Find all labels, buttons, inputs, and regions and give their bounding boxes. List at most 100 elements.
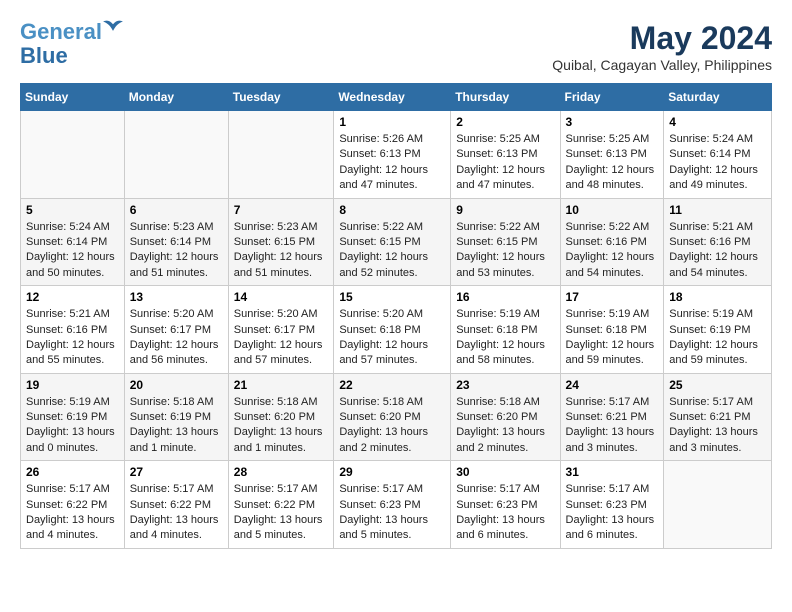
- col-header-monday: Monday: [124, 84, 228, 111]
- day-info: Sunrise: 5:17 AMSunset: 6:23 PMDaylight:…: [456, 482, 554, 544]
- day-cell-5: 5 Sunrise: 5:24 AMSunset: 6:14 PMDaylight…: [21, 198, 125, 286]
- col-header-saturday: Saturday: [664, 84, 772, 111]
- day-cell-10: 10 Sunrise: 5:22 AMSunset: 6:16 PMDayligh…: [560, 198, 664, 286]
- day-info: Sunrise: 5:23 AMSunset: 6:15 PMDaylight:…: [234, 220, 329, 282]
- day-cell-28: 28 Sunrise: 5:17 AMSunset: 6:22 PMDayligh…: [228, 461, 334, 549]
- logo: General Blue: [20, 20, 102, 68]
- day-number: 20: [130, 378, 223, 392]
- day-info: Sunrise: 5:24 AMSunset: 6:14 PMDaylight:…: [669, 132, 766, 194]
- day-cell-22: 22 Sunrise: 5:18 AMSunset: 6:20 PMDayligh…: [334, 373, 451, 461]
- empty-cell: [664, 461, 772, 549]
- day-number: 8: [339, 203, 445, 217]
- day-number: 30: [456, 465, 554, 479]
- day-info: Sunrise: 5:23 AMSunset: 6:14 PMDaylight:…: [130, 220, 223, 282]
- week-row-1: 1Sunrise: 5:26 AMSunset: 6:13 PMDaylight…: [21, 111, 772, 199]
- empty-cell: [21, 111, 125, 199]
- week-row-4: 19Sunrise: 5:19 AMSunset: 6:19 PMDayligh…: [21, 373, 772, 461]
- day-number: 27: [130, 465, 223, 479]
- day-info: Sunrise: 5:18 AMSunset: 6:20 PMDaylight:…: [339, 395, 445, 457]
- day-info: Sunrise: 5:17 AMSunset: 6:21 PMDaylight:…: [566, 395, 659, 457]
- day-cell-21: 21 Sunrise: 5:18 AMSunset: 6:20 PMDayligh…: [228, 373, 334, 461]
- empty-cell: [228, 111, 334, 199]
- day-number: 13: [130, 290, 223, 304]
- day-info: Sunrise: 5:24 AMSunset: 6:14 PMDaylight:…: [26, 220, 119, 282]
- logo-bird-icon: [102, 18, 124, 36]
- day-number: 3: [566, 115, 659, 129]
- day-cell-30: 30 Sunrise: 5:17 AMSunset: 6:23 PMDayligh…: [451, 461, 560, 549]
- day-number: 23: [456, 378, 554, 392]
- day-cell-27: 27 Sunrise: 5:17 AMSunset: 6:22 PMDayligh…: [124, 461, 228, 549]
- day-number: 9: [456, 203, 554, 217]
- week-row-5: 26 Sunrise: 5:17 AMSunset: 6:22 PMDayligh…: [21, 461, 772, 549]
- day-info: Sunrise: 5:20 AMSunset: 6:17 PMDaylight:…: [234, 307, 329, 369]
- col-header-friday: Friday: [560, 84, 664, 111]
- day-number: 24: [566, 378, 659, 392]
- day-info: Sunrise: 5:17 AMSunset: 6:23 PMDaylight:…: [339, 482, 445, 544]
- day-number: 18: [669, 290, 766, 304]
- empty-cell: [124, 111, 228, 199]
- day-number: 26: [26, 465, 119, 479]
- day-number: 7: [234, 203, 329, 217]
- day-cell-6: 6 Sunrise: 5:23 AMSunset: 6:14 PMDaylight…: [124, 198, 228, 286]
- day-info: Sunrise: 5:17 AMSunset: 6:22 PMDaylight:…: [26, 482, 119, 544]
- day-number: 5: [26, 203, 119, 217]
- day-info: Sunrise: 5:22 AMSunset: 6:15 PMDaylight:…: [456, 220, 554, 282]
- day-cell-3: 3 Sunrise: 5:25 AMSunset: 6:13 PMDaylight…: [560, 111, 664, 199]
- col-header-thursday: Thursday: [451, 84, 560, 111]
- day-info: Sunrise: 5:17 AMSunset: 6:22 PMDaylight:…: [234, 482, 329, 544]
- day-number: 31: [566, 465, 659, 479]
- day-cell-4: 4 Sunrise: 5:24 AMSunset: 6:14 PMDaylight…: [664, 111, 772, 199]
- day-cell-2: 2Sunrise: 5:25 AMSunset: 6:13 PMDaylight…: [451, 111, 560, 199]
- week-row-2: 5 Sunrise: 5:24 AMSunset: 6:14 PMDaylight…: [21, 198, 772, 286]
- day-cell-23: 23 Sunrise: 5:18 AMSunset: 6:20 PMDayligh…: [451, 373, 560, 461]
- day-info: Sunrise: 5:18 AMSunset: 6:20 PMDaylight:…: [456, 395, 554, 457]
- day-info: Sunrise: 5:25 AMSunset: 6:13 PMDaylight:…: [456, 132, 554, 194]
- day-number: 15: [339, 290, 445, 304]
- day-number: 17: [566, 290, 659, 304]
- title-area: May 2024 Quibal, Cagayan Valley, Philipp…: [552, 20, 772, 73]
- day-info: Sunrise: 5:20 AMSunset: 6:17 PMDaylight:…: [130, 307, 223, 369]
- day-number: 14: [234, 290, 329, 304]
- calendar-table: SundayMondayTuesdayWednesdayThursdayFrid…: [20, 83, 772, 549]
- day-cell-29: 29 Sunrise: 5:17 AMSunset: 6:23 PMDayligh…: [334, 461, 451, 549]
- day-number: 4: [669, 115, 766, 129]
- col-header-sunday: Sunday: [21, 84, 125, 111]
- day-cell-31: 31Sunrise: 5:17 AMSunset: 6:23 PMDayligh…: [560, 461, 664, 549]
- day-cell-17: 17 Sunrise: 5:19 AMSunset: 6:18 PMDayligh…: [560, 286, 664, 374]
- day-cell-24: 24 Sunrise: 5:17 AMSunset: 6:21 PMDayligh…: [560, 373, 664, 461]
- day-info: Sunrise: 5:19 AMSunset: 6:18 PMDaylight:…: [456, 307, 554, 369]
- day-number: 28: [234, 465, 329, 479]
- day-info: Sunrise: 5:18 AMSunset: 6:19 PMDaylight:…: [130, 395, 223, 457]
- day-info: Sunrise: 5:18 AMSunset: 6:20 PMDaylight:…: [234, 395, 329, 457]
- day-info: Sunrise: 5:21 AMSunset: 6:16 PMDaylight:…: [669, 220, 766, 282]
- week-row-3: 12Sunrise: 5:21 AMSunset: 6:16 PMDayligh…: [21, 286, 772, 374]
- day-number: 6: [130, 203, 223, 217]
- day-cell-25: 25 Sunrise: 5:17 AMSunset: 6:21 PMDayligh…: [664, 373, 772, 461]
- day-number: 22: [339, 378, 445, 392]
- day-cell-19: 19Sunrise: 5:19 AMSunset: 6:19 PMDayligh…: [21, 373, 125, 461]
- day-cell-7: 7 Sunrise: 5:23 AMSunset: 6:15 PMDaylight…: [228, 198, 334, 286]
- day-number: 10: [566, 203, 659, 217]
- day-info: Sunrise: 5:22 AMSunset: 6:15 PMDaylight:…: [339, 220, 445, 282]
- day-cell-18: 18Sunrise: 5:19 AMSunset: 6:19 PMDayligh…: [664, 286, 772, 374]
- day-info: Sunrise: 5:19 AMSunset: 6:18 PMDaylight:…: [566, 307, 659, 369]
- logo-text: General Blue: [20, 19, 102, 68]
- col-header-tuesday: Tuesday: [228, 84, 334, 111]
- day-info: Sunrise: 5:22 AMSunset: 6:16 PMDaylight:…: [566, 220, 659, 282]
- day-cell-13: 13 Sunrise: 5:20 AMSunset: 6:17 PMDayligh…: [124, 286, 228, 374]
- day-number: 21: [234, 378, 329, 392]
- day-info: Sunrise: 5:25 AMSunset: 6:13 PMDaylight:…: [566, 132, 659, 194]
- day-cell-20: 20 Sunrise: 5:18 AMSunset: 6:19 PMDayligh…: [124, 373, 228, 461]
- day-cell-11: 11 Sunrise: 5:21 AMSunset: 6:16 PMDayligh…: [664, 198, 772, 286]
- day-number: 29: [339, 465, 445, 479]
- day-info: Sunrise: 5:17 AMSunset: 6:22 PMDaylight:…: [130, 482, 223, 544]
- day-info: Sunrise: 5:17 AMSunset: 6:21 PMDaylight:…: [669, 395, 766, 457]
- logo-general: General: [20, 19, 102, 44]
- day-info: Sunrise: 5:20 AMSunset: 6:18 PMDaylight:…: [339, 307, 445, 369]
- day-number: 11: [669, 203, 766, 217]
- day-number: 19: [26, 378, 119, 392]
- col-header-wednesday: Wednesday: [334, 84, 451, 111]
- day-number: 25: [669, 378, 766, 392]
- header: General Blue May 2024 Quibal, Cagayan Va…: [20, 20, 772, 73]
- day-info: Sunrise: 5:26 AMSunset: 6:13 PMDaylight:…: [339, 132, 445, 194]
